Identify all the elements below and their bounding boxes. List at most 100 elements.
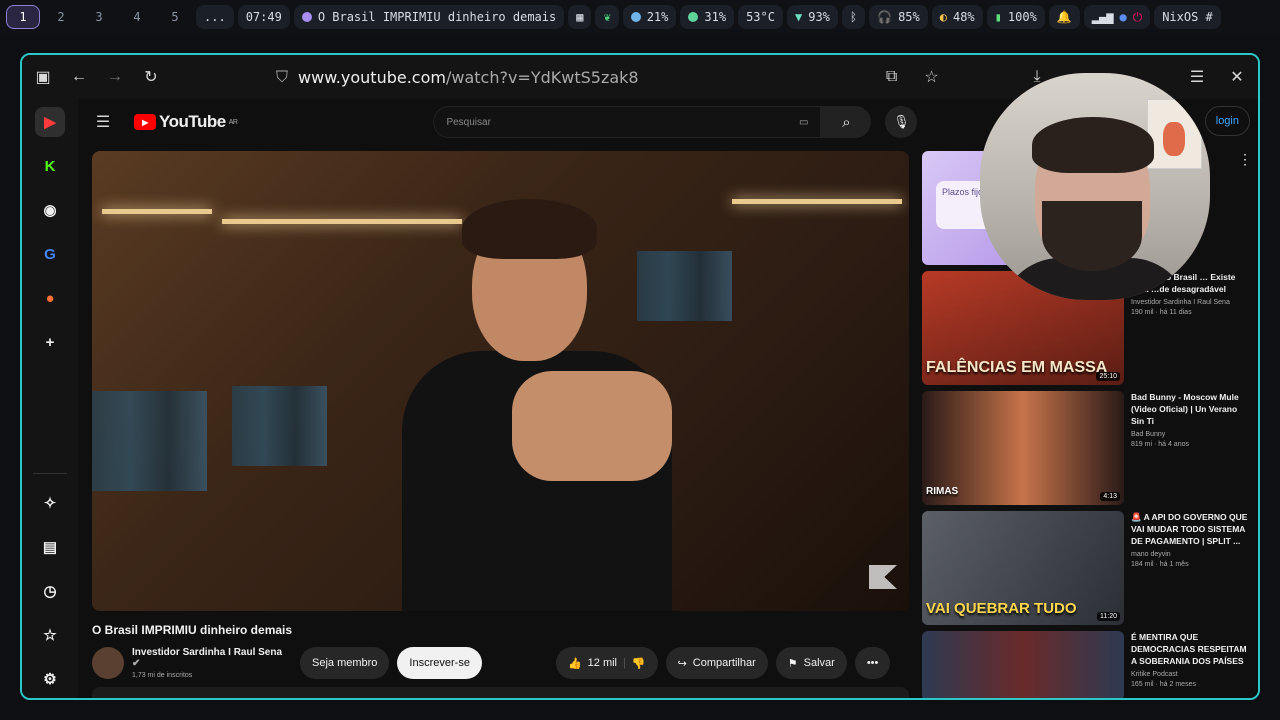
bookshelf (92, 391, 207, 491)
active-window-title[interactable]: O Brasil IMPRIMIU dinheiro demais (293, 5, 565, 29)
search-placeholder: Pesquisar (446, 116, 491, 128)
video-title[interactable]: Bad Bunny - Moscow Mule (Video Oficial) … (1131, 391, 1252, 427)
channel-name[interactable]: Bad Bunny (1131, 431, 1252, 438)
channel-watermark-icon[interactable] (869, 565, 897, 589)
region-code: AR (228, 118, 238, 126)
sparkle-icon[interactable]: ✧ (35, 488, 65, 518)
bell-icon: 🔔 (1056, 10, 1072, 24)
notifications-button[interactable]: 🔔 (1048, 5, 1080, 29)
tray-group[interactable]: ▂▄▆ ● ⏻ (1083, 5, 1151, 29)
share-label: Compartilhar (692, 657, 756, 669)
url-host: www.youtube.com (298, 67, 446, 87)
recommended-video[interactable]: É MENTIRA QUE DEMOCRACIAS RESPEITAM A SO… (922, 631, 1252, 698)
hamburger-icon[interactable]: ☰ (92, 111, 114, 133)
mic-button[interactable]: 🎙 (885, 106, 918, 138)
bookmark-star-icon[interactable]: ☆ (921, 66, 943, 88)
workspace-more[interactable]: ... (196, 5, 234, 29)
channel-avatar[interactable] (92, 647, 124, 679)
github-icon[interactable]: ◉ (35, 195, 65, 225)
search-button[interactable]: ⌕ (821, 106, 872, 138)
more-actions-button[interactable]: ••• (854, 647, 891, 679)
url-bar[interactable]: ⛉ www.youtube.com/watch?v=YdKwtS5zak8 (276, 67, 639, 87)
workspace-3[interactable]: 3 (82, 5, 116, 29)
channel-name[interactable]: mano deyvin (1131, 551, 1252, 558)
bluetooth-indicator[interactable]: ᛒ (841, 5, 866, 29)
url-text[interactable]: www.youtube.com/watch?v=YdKwtS5zak8 (298, 68, 639, 87)
sidebar-toggle-icon[interactable]: ▣ (32, 66, 54, 88)
window-icon (301, 12, 312, 22)
video-title[interactable]: É MENTIRA QUE DEMOCRACIAS RESPEITAM A SO… (1131, 631, 1252, 667)
browser-sidebar: ▶ K ◉ G ● + ✧ ▤ ◷ ☆ ⚙ (22, 99, 78, 698)
thumbnail-text: RIMAS (926, 486, 959, 497)
channel-name[interactable]: Investidor Sardinha I Raul Sena (1131, 299, 1252, 306)
recommended-video[interactable]: RIMAS 4:13 Bad Bunny - Moscow Mule (Vide… (922, 391, 1252, 505)
video-thumbnail[interactable]: VAI QUEBRAR TUDO 11:20 (922, 511, 1124, 625)
workspace-1[interactable]: 1 (6, 5, 40, 29)
picture-in-picture-icon[interactable]: ⧉ (881, 66, 903, 88)
back-icon[interactable]: ← (68, 66, 90, 88)
keyboard-icon[interactable]: ▭ (799, 117, 808, 128)
thumbs-down-icon[interactable]: 👎 (632, 657, 646, 670)
system-bar: 1 2 3 4 5 ... 07:49 O Brasil IMPRIMIU di… (0, 0, 1280, 34)
share-button[interactable]: ↪ Compartilhar (665, 647, 768, 679)
memory-indicator: 31% (680, 5, 735, 29)
video-title[interactable]: 🚨 A API DO GOVERNO QUE VAI MUDAR TODO SI… (1131, 511, 1252, 547)
workspace-5[interactable]: 5 (158, 5, 192, 29)
firefox-icon[interactable]: ● (35, 283, 65, 313)
join-member-button[interactable]: Seja membro (300, 647, 390, 679)
headphones-indicator[interactable]: 🎧 85% (869, 5, 928, 29)
like-button[interactable]: 👍 12 mil | 👎 (555, 647, 658, 679)
google-icon[interactable]: G (35, 239, 65, 269)
sidebar-divider (33, 473, 67, 474)
add-panel-icon[interactable]: + (35, 327, 65, 357)
leaf-icon[interactable]: ❦ (595, 5, 619, 29)
workspace-4[interactable]: 4 (120, 5, 154, 29)
kick-icon[interactable]: K (35, 151, 65, 181)
video-thumbnail[interactable] (922, 631, 1124, 698)
close-icon[interactable]: ✕ (1226, 66, 1248, 88)
save-button[interactable]: ⚑ Salvar (775, 647, 847, 679)
brightness-indicator[interactable]: ◐ 48% (931, 5, 983, 29)
history-icon[interactable]: ◷ (35, 576, 65, 606)
recommended-video[interactable]: VAI QUEBRAR TUDO 11:20 🚨 A API DO GOVERN… (922, 511, 1252, 625)
youtube-logo[interactable]: ▶ YouTube AR (134, 112, 238, 132)
forward-icon[interactable]: → (104, 66, 126, 88)
tray-icon[interactable]: ▦ (568, 5, 592, 29)
channel-info: Investidor Sardinha I Raul Sena ✔ 1,73 m… (132, 647, 292, 679)
extensions-icon[interactable]: ▤ (35, 532, 65, 562)
thumbnail-text: VAI QUEBRAR TUDO (926, 600, 1077, 617)
video-title: O Brasil IMPRIMIU dinheiro demais (92, 623, 293, 637)
headphones-icon: 🎧 (877, 10, 893, 24)
bookmark-icon: ⚑ (787, 657, 798, 670)
webcam-overlay[interactable] (980, 73, 1210, 300)
discord-icon: ● (1119, 10, 1127, 24)
os-label: NixOS # (1154, 5, 1221, 29)
description-box[interactable] (92, 687, 909, 698)
thumbnail-text: FALÊNCIAS EM MASSA (926, 359, 1108, 376)
search-bar: Pesquisar ▭ ⌕ 🎙 (433, 106, 918, 138)
login-button[interactable]: login (1204, 106, 1250, 136)
presenter (362, 181, 692, 611)
url-path: /watch?v=YdKwtS5zak8 (445, 67, 639, 87)
temperature-value: 53°C (746, 10, 775, 24)
video-player[interactable] (92, 151, 909, 611)
video-thumbnail[interactable]: RIMAS 4:13 (922, 391, 1124, 505)
brightness-value: 48% (952, 10, 975, 24)
duration-badge: 4:13 (1100, 492, 1120, 501)
bookmarks-icon[interactable]: ☆ (35, 620, 65, 650)
share-icon: ↪ (677, 657, 687, 670)
video-meta: 819 mi · há 4 anos (1131, 441, 1189, 448)
channel-name[interactable]: Investidor Sardinha I Raul Sena ✔ (132, 647, 292, 669)
settings-gear-icon[interactable]: ⚙ (35, 664, 65, 694)
wifi-value: 93% (808, 10, 830, 24)
shield-icon: ⛉ (276, 67, 289, 86)
wifi-indicator[interactable]: ▼ 93% (786, 5, 838, 29)
youtube-panel-icon[interactable]: ▶ (35, 107, 65, 137)
menu-icon[interactable]: ☰ (1186, 66, 1208, 88)
reload-icon[interactable]: ↻ (140, 66, 162, 88)
channel-name[interactable]: Kritike Podcast (1131, 671, 1252, 678)
subscribe-button[interactable]: Inscrever-se (397, 647, 482, 679)
workspace-2[interactable]: 2 (44, 5, 78, 29)
search-input[interactable]: Pesquisar ▭ (433, 106, 822, 138)
duration-badge: 25:10 (1096, 372, 1120, 381)
